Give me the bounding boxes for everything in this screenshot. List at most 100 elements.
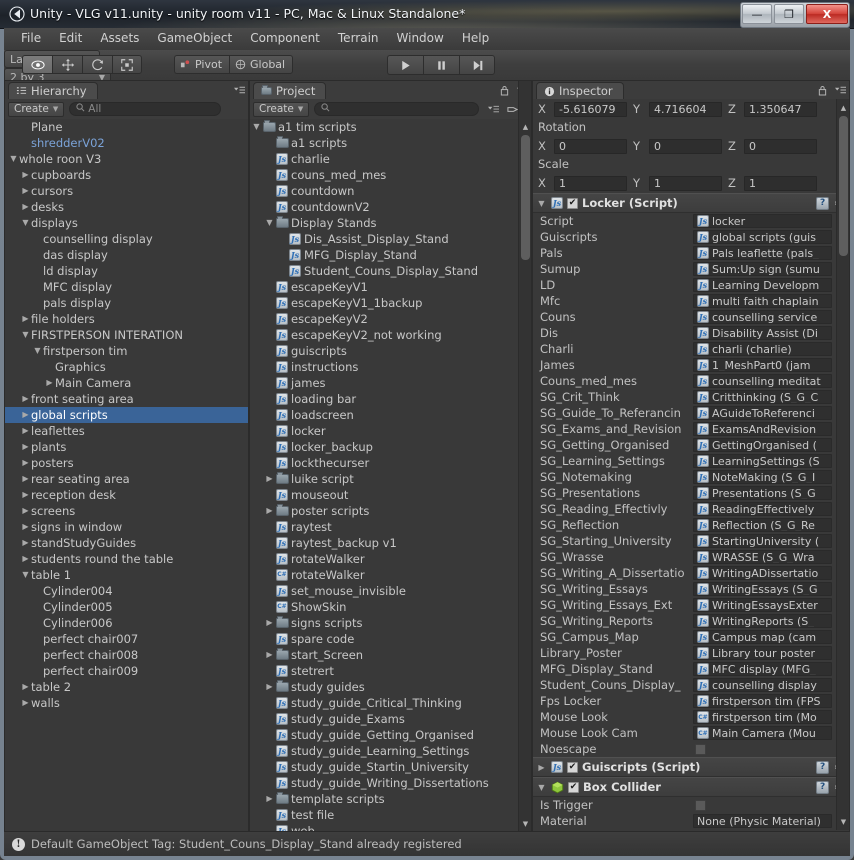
- chevron-right-icon[interactable]: ▶: [264, 791, 275, 807]
- chevron-right-icon[interactable]: ▶: [44, 375, 55, 391]
- project-item[interactable]: Js couns_med_mes: [249, 167, 532, 183]
- object-reference-field[interactable]: Js Pals leaflette (pals_: [693, 246, 832, 260]
- hierarchy-item[interactable]: ▶ file holders: [4, 311, 249, 327]
- project-item[interactable]: Js mouseout: [249, 487, 532, 503]
- menu-edit[interactable]: Edit: [50, 28, 91, 50]
- project-item[interactable]: Js Student_Couns_Display_Stand: [249, 263, 532, 279]
- hierarchy-search-input[interactable]: All: [69, 102, 222, 116]
- scale-tool-button[interactable]: [112, 55, 142, 74]
- hierarchy-item[interactable]: ▶ reception desk: [4, 487, 249, 503]
- hierarchy-item[interactable]: ▶ standStudyGuides: [4, 535, 249, 551]
- project-item[interactable]: a1 scripts: [249, 135, 532, 151]
- project-item[interactable]: Js raytest_backup v1: [249, 535, 532, 551]
- project-item[interactable]: Js lockthecurser: [249, 455, 532, 471]
- help-icon[interactable]: ?: [816, 780, 830, 794]
- chevron-right-icon[interactable]: ▶: [20, 423, 31, 439]
- project-item[interactable]: C# rotateWalker: [249, 567, 532, 583]
- object-reference-field[interactable]: Js WritingReports (S_: [693, 614, 832, 628]
- chevron-right-icon[interactable]: ▶: [20, 439, 31, 455]
- project-item[interactable]: Js study_guide_Getting_Organised: [249, 727, 532, 743]
- component-header-guiscripts[interactable]: ▶ Js ✔ Guiscripts (Script) ? ⚙: [532, 757, 850, 777]
- hierarchy-item[interactable]: Cylinder005: [4, 599, 249, 615]
- hierarchy-item[interactable]: shredderV02: [4, 135, 249, 151]
- hierarchy-item[interactable]: ▶ rear seating area: [4, 471, 249, 487]
- menu-file[interactable]: File: [12, 28, 50, 50]
- panel-menu-icon[interactable]: [833, 83, 847, 97]
- chevron-right-icon[interactable]: ▶: [20, 391, 31, 407]
- object-reference-field[interactable]: None (Physic Material): [693, 814, 832, 828]
- hierarchy-item[interactable]: ▼ displays: [4, 215, 249, 231]
- object-reference-field[interactable]: Js Library tour poster: [693, 646, 832, 660]
- menu-component[interactable]: Component: [241, 28, 329, 50]
- chevron-down-icon[interactable]: ▼: [536, 783, 547, 792]
- hierarchy-item[interactable]: ▶ walls: [4, 695, 249, 711]
- minimize-button[interactable]: —: [742, 4, 772, 24]
- project-search-input[interactable]: [314, 102, 480, 116]
- project-item[interactable]: Js locker: [249, 423, 532, 439]
- chevron-right-icon[interactable]: ▶: [264, 647, 275, 663]
- hierarchy-item[interactable]: das display: [4, 247, 249, 263]
- project-item[interactable]: ▶ template scripts: [249, 791, 532, 807]
- object-reference-field[interactable]: Js global scripts (guis: [693, 230, 832, 244]
- chevron-down-icon[interactable]: ▼: [20, 567, 31, 583]
- chevron-right-icon[interactable]: ▶: [20, 199, 31, 215]
- project-item[interactable]: ▼ Display Stands: [249, 215, 532, 231]
- chevron-down-icon[interactable]: ▼: [20, 215, 31, 231]
- chevron-right-icon[interactable]: ▶: [20, 167, 31, 183]
- object-reference-field[interactable]: Js Disability Assist (Di: [693, 326, 832, 340]
- chevron-down-icon[interactable]: ▼: [251, 119, 262, 135]
- hierarchy-item[interactable]: ld display: [4, 263, 249, 279]
- object-reference-field[interactable]: Js multi faith chaplain: [693, 294, 832, 308]
- chevron-right-icon[interactable]: ▶: [264, 503, 275, 519]
- object-reference-field[interactable]: Js WRASSE (S_G_Wra: [693, 550, 832, 564]
- menu-gameobject[interactable]: GameObject: [148, 28, 241, 50]
- project-item[interactable]: ▼ a1 tim scripts: [249, 119, 532, 135]
- project-item[interactable]: Js rotateWalker: [249, 551, 532, 567]
- chevron-right-icon[interactable]: ▶: [264, 471, 275, 487]
- hierarchy-item[interactable]: perfect chair009: [4, 663, 249, 679]
- object-reference-field[interactable]: Js counselling meditat: [693, 374, 832, 388]
- chevron-right-icon[interactable]: ▶: [264, 615, 275, 631]
- hierarchy-item[interactable]: ▼ FIRSTPERSON INTERATION: [4, 327, 249, 343]
- component-header-box-collider[interactable]: ▼ ✔ Box Collider ? ⚙: [532, 777, 850, 797]
- hierarchy-list[interactable]: Plane shredderV02 ▼ whole roon V3 ▶ cupboards…: [4, 119, 249, 832]
- chevron-right-icon[interactable]: ▶: [264, 679, 275, 695]
- chevron-right-icon[interactable]: ▶: [20, 519, 31, 535]
- chevron-right-icon[interactable]: ▶: [20, 407, 31, 423]
- property-checkbox[interactable]: [695, 743, 706, 755]
- project-item[interactable]: ▶ signs scripts: [249, 615, 532, 631]
- project-item[interactable]: Js countdown: [249, 183, 532, 199]
- object-reference-field[interactable]: Js Critthinking (S_G_C: [693, 390, 832, 404]
- hierarchy-item[interactable]: ▶ plants: [4, 439, 249, 455]
- hierarchy-item[interactable]: ▼ firstperson tim: [4, 343, 249, 359]
- object-reference-field[interactable]: Js 1_MeshPart0 (jam: [693, 358, 832, 372]
- chevron-right-icon[interactable]: ▶: [20, 311, 31, 327]
- inspector-scrollbar[interactable]: ▲ ▼: [836, 99, 850, 830]
- hierarchy-item[interactable]: ▶ screens: [4, 503, 249, 519]
- rotate-tool-button[interactable]: [82, 55, 112, 74]
- inspector-scroll-thumb[interactable]: [839, 116, 848, 256]
- play-button[interactable]: [387, 55, 423, 75]
- object-reference-field[interactable]: Js Learning Developm: [693, 278, 832, 292]
- global-toggle[interactable]: Global: [229, 55, 294, 74]
- hierarchy-item[interactable]: ▶ leaflettes: [4, 423, 249, 439]
- hierarchy-item[interactable]: ▶ cursors: [4, 183, 249, 199]
- object-reference-field[interactable]: Js Campus map (cam: [693, 630, 832, 644]
- filter-icon[interactable]: [486, 102, 500, 116]
- project-item[interactable]: Js escapeKeyV2: [249, 311, 532, 327]
- chevron-right-icon[interactable]: ▶: [536, 763, 547, 772]
- rotation-y-field[interactable]: 0: [649, 138, 722, 154]
- chevron-right-icon[interactable]: ▶: [20, 471, 31, 487]
- chevron-right-icon[interactable]: ▶: [20, 535, 31, 551]
- object-reference-field[interactable]: Js firstperson tim (FPS: [693, 694, 832, 708]
- chevron-right-icon[interactable]: ▶: [20, 183, 31, 199]
- project-scrollbar[interactable]: ▲ ▼: [518, 80, 532, 832]
- project-item[interactable]: Js escapeKeyV2_not working: [249, 327, 532, 343]
- panel-menu-icon[interactable]: [232, 83, 246, 97]
- hierarchy-item[interactable]: pals display: [4, 295, 249, 311]
- object-reference-field[interactable]: Js WritingADissertatio: [693, 566, 832, 580]
- chevron-down-icon[interactable]: ▼: [536, 199, 547, 208]
- project-item[interactable]: Js escapeKeyV1_1backup: [249, 295, 532, 311]
- scroll-up-icon[interactable]: ▲: [837, 101, 850, 114]
- menu-window[interactable]: Window: [388, 28, 453, 50]
